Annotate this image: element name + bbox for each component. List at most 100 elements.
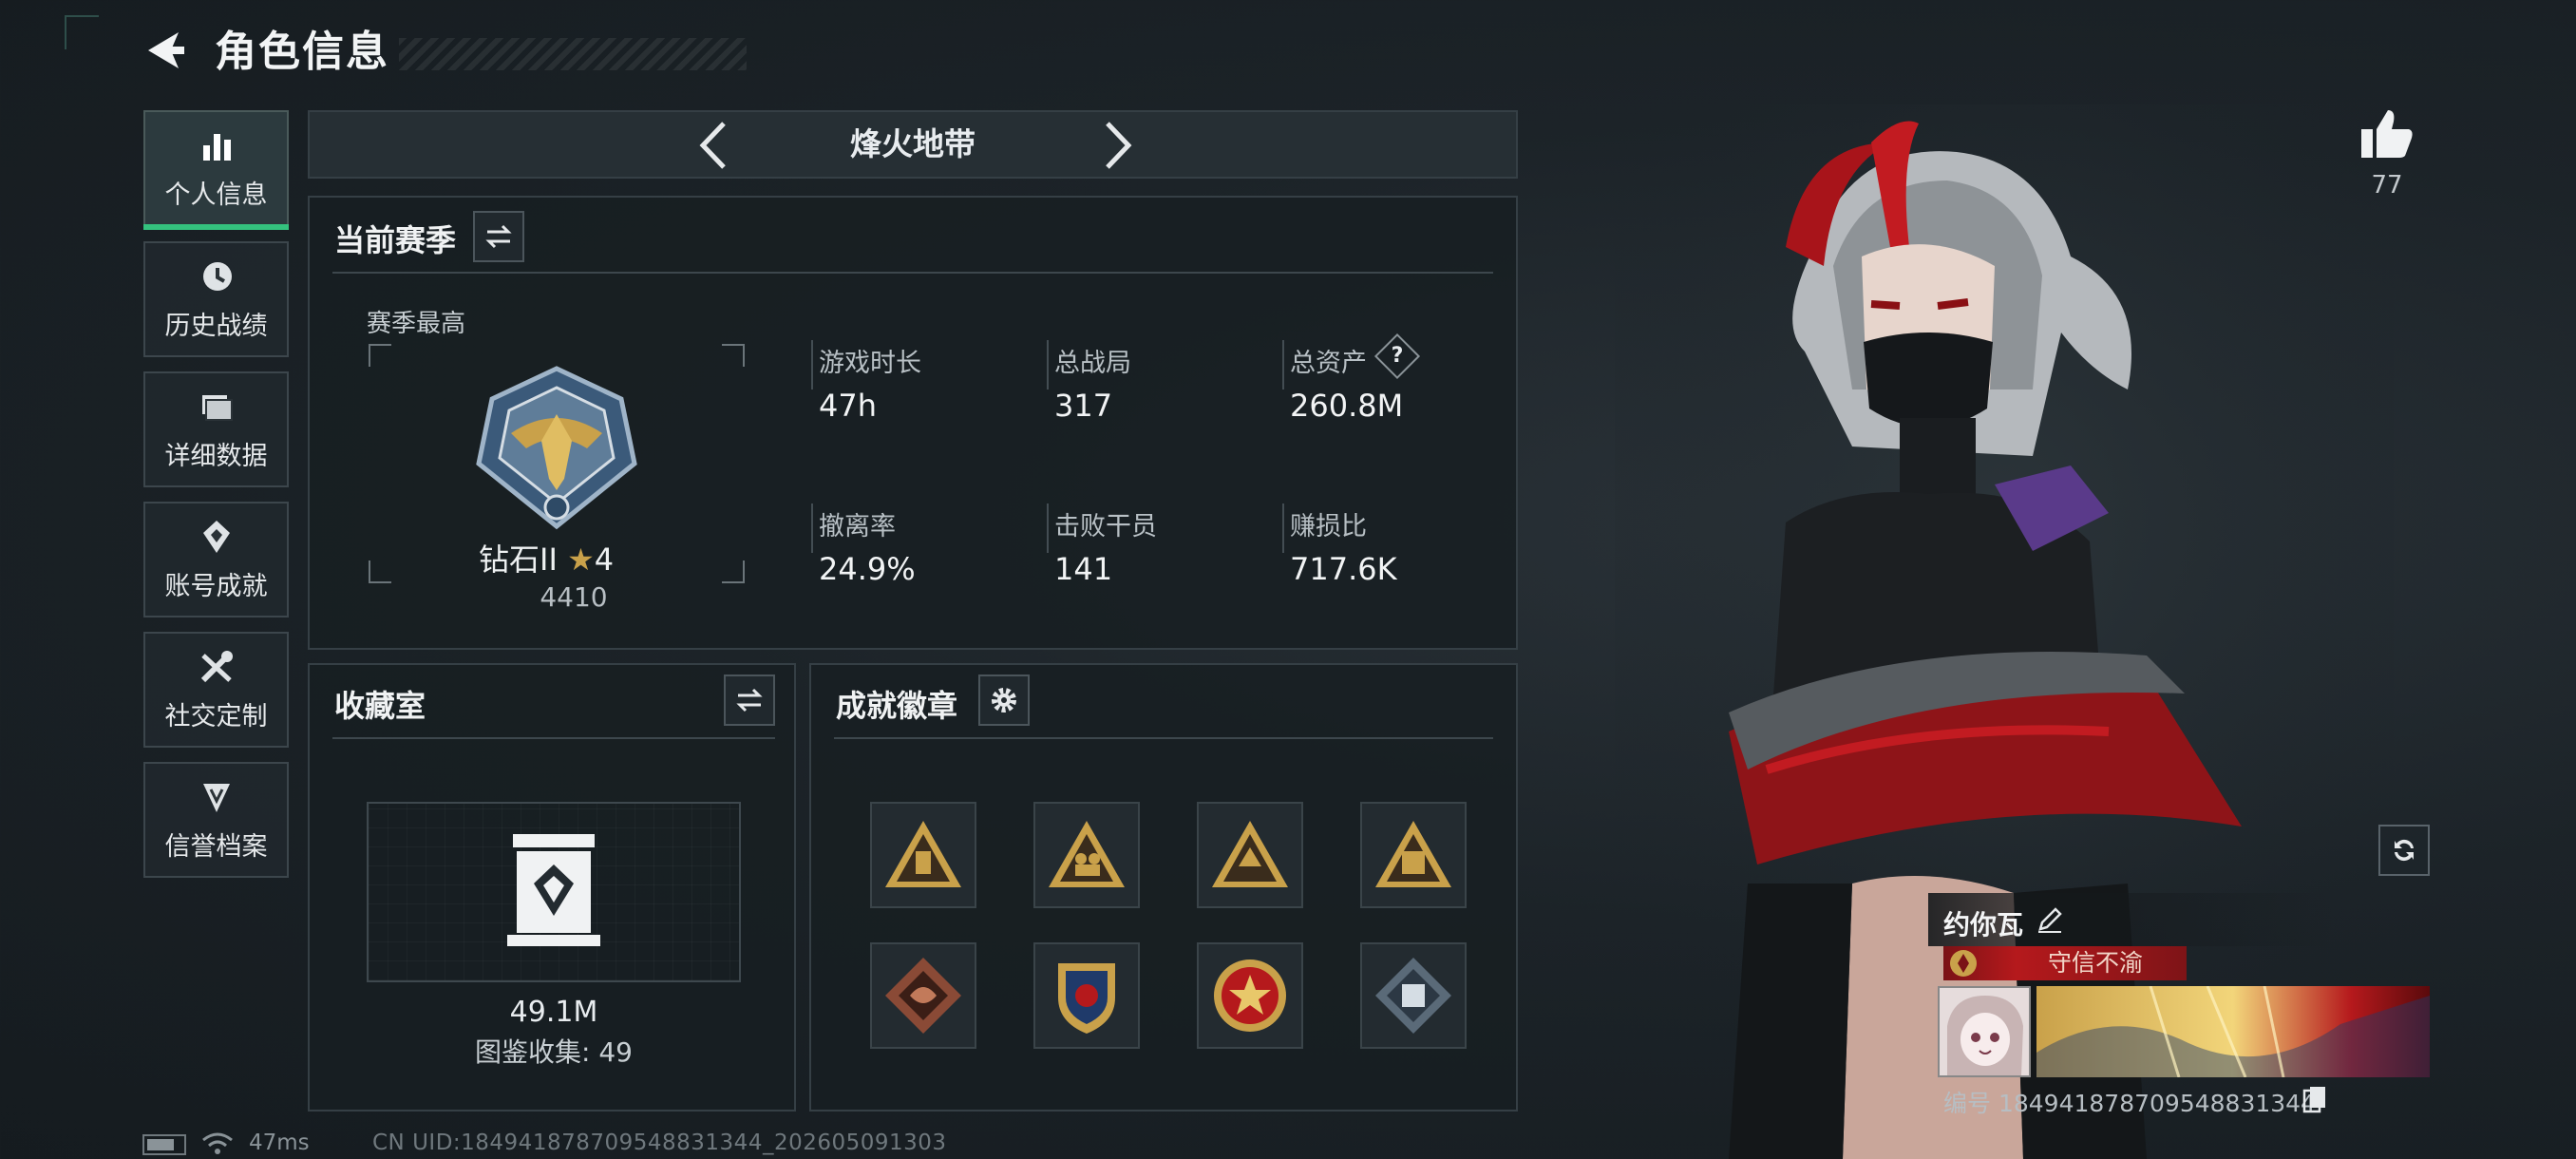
help-icon: ? bbox=[1391, 344, 1404, 368]
wifi-icon bbox=[201, 1130, 234, 1159]
profile-banner[interactable] bbox=[2036, 985, 2430, 1078]
refresh-button[interactable] bbox=[2378, 825, 2430, 876]
stat-label-total-matches: 总战局 bbox=[1054, 349, 1131, 378]
sidebar-item-credit-record[interactable]: 信誉档案 bbox=[143, 762, 289, 878]
sidebar-item-label: 个人信息 bbox=[164, 180, 268, 210]
swap-icon bbox=[485, 224, 512, 249]
rank-name: 钻石II bbox=[479, 542, 558, 578]
thumbs-up-icon bbox=[2361, 110, 2413, 158]
edit-name-icon[interactable] bbox=[2035, 904, 2065, 935]
rank-stars: 4 bbox=[594, 542, 615, 578]
sidebar-item-label: 社交定制 bbox=[164, 701, 268, 732]
header: 角色信息 bbox=[65, 15, 747, 87]
triangle-badge-icon bbox=[1212, 821, 1288, 887]
title-stripes bbox=[399, 38, 747, 70]
collection-panel[interactable]: 收藏室 49.1M 图鉴收集: 49 bbox=[308, 663, 796, 1112]
triangle-badge-icon bbox=[885, 821, 961, 887]
sidebar-item-personal-info[interactable]: 个人信息 bbox=[143, 110, 289, 230]
corner-decoration bbox=[65, 15, 99, 49]
sidebar-item-history[interactable]: 历史战绩 bbox=[143, 241, 289, 357]
back-arrow-icon[interactable] bbox=[142, 28, 186, 72]
achievement-badge[interactable] bbox=[1360, 942, 1467, 1049]
folder-icon bbox=[201, 394, 233, 421]
status-bar: 47ms CN UID:1849418787095488313​44_20260… bbox=[142, 1130, 997, 1159]
ping-value: 47ms bbox=[249, 1130, 310, 1155]
season-title: 当前赛季 bbox=[334, 222, 457, 258]
sidebar-item-achievements[interactable]: 账号成就 bbox=[143, 502, 289, 618]
achievement-badge[interactable] bbox=[870, 802, 976, 908]
collection-value: 49.1M bbox=[509, 996, 598, 1029]
next-map-button[interactable] bbox=[1098, 120, 1136, 171]
rank-score: 4410 bbox=[540, 581, 608, 613]
season-switch-button[interactable] bbox=[473, 211, 524, 262]
achievement-badge[interactable] bbox=[870, 942, 976, 1049]
stat-divider bbox=[1047, 340, 1049, 390]
collection-preview bbox=[367, 802, 741, 982]
map-name: 烽火地带 bbox=[850, 125, 975, 162]
stat-value-operators-defeated: 141 bbox=[1054, 551, 1113, 587]
achievement-badge[interactable] bbox=[1360, 802, 1467, 908]
achievement-badge[interactable] bbox=[1033, 802, 1140, 908]
stat-value-playtime: 47h bbox=[819, 388, 877, 424]
gear-icon bbox=[992, 688, 1016, 712]
divider bbox=[834, 737, 1493, 739]
vault-icon bbox=[507, 834, 600, 946]
achievements-title: 成就徽章 bbox=[836, 688, 958, 724]
achievements-panel[interactable]: 成就徽章 bbox=[809, 663, 1518, 1112]
achievements-settings-button[interactable] bbox=[978, 674, 1030, 726]
collection-switch-button[interactable] bbox=[724, 674, 775, 726]
sidebar-item-label: 信誉档案 bbox=[164, 831, 268, 862]
map-selector: 烽火地带 bbox=[308, 110, 1518, 179]
triangle-badge-icon bbox=[1049, 821, 1125, 887]
credit-icon bbox=[202, 783, 230, 812]
stat-label-profit-ratio: 赚损比 bbox=[1290, 512, 1367, 542]
rank-name-row: 钻石II ★4 bbox=[479, 536, 614, 580]
achievement-badge[interactable] bbox=[1197, 802, 1303, 908]
divider bbox=[332, 737, 775, 739]
stat-divider bbox=[1282, 504, 1284, 553]
player-nickname: 约你瓦 bbox=[1943, 909, 2024, 940]
sidebar-item-label: 历史战绩 bbox=[164, 311, 268, 341]
stat-value-total-assets: 260.8M bbox=[1290, 388, 1404, 424]
bar-chart-icon bbox=[202, 133, 231, 161]
season-panel: 当前赛季 赛季最高 钻石II ★4 4410 游戏时长 47h 总战局 317 … bbox=[308, 196, 1518, 650]
uid-text: CN UID:1849418787095488313​44_2026050913… bbox=[372, 1130, 947, 1155]
dragon-badge-icon bbox=[885, 958, 961, 1034]
title-emblem-icon bbox=[1947, 948, 1979, 978]
sidebar-item-label: 账号成就 bbox=[164, 571, 268, 601]
stat-divider bbox=[811, 504, 813, 553]
shield-badge-icon bbox=[1058, 963, 1115, 1034]
battery-icon bbox=[142, 1134, 186, 1155]
refresh-icon bbox=[2395, 839, 2414, 862]
sidebar-item-label: 详细数据 bbox=[164, 441, 268, 471]
stat-value-total-matches: 317 bbox=[1054, 388, 1113, 424]
stat-label-operators-defeated: 击败干员 bbox=[1054, 512, 1157, 542]
stat-label-total-assets: 总资产 bbox=[1290, 349, 1367, 378]
triangle-badge-icon bbox=[1375, 821, 1451, 887]
like-count: 77 bbox=[2371, 171, 2403, 200]
stat-divider bbox=[811, 340, 813, 390]
season-best-label: 赛季最高 bbox=[367, 310, 466, 338]
copy-icon[interactable] bbox=[2302, 1085, 2327, 1113]
stat-label-extraction-rate: 撤离率 bbox=[819, 512, 896, 542]
achievement-badge[interactable] bbox=[1197, 942, 1303, 1049]
avatar[interactable] bbox=[1938, 986, 2031, 1077]
collection-catalog: 图鉴收集: 49 bbox=[475, 1036, 633, 1068]
like-button[interactable] bbox=[2356, 103, 2418, 165]
star-icon: ★ bbox=[567, 542, 595, 578]
sidebar-item-social-custom[interactable]: 社交定制 bbox=[143, 632, 289, 748]
stat-divider bbox=[1282, 340, 1284, 390]
diamond-badge-icon bbox=[1375, 958, 1451, 1034]
player-id: 编号 1849418787095488313​44 bbox=[1943, 1090, 2316, 1117]
collection-title: 收藏室 bbox=[334, 688, 426, 724]
sidebar-item-detailed-data[interactable]: 详细数据 bbox=[143, 371, 289, 487]
swap-icon bbox=[736, 688, 763, 712]
achievement-icon bbox=[202, 520, 230, 553]
page-title: 角色信息 bbox=[215, 28, 389, 76]
stat-value-profit-ratio: 717.6K bbox=[1290, 551, 1397, 587]
achievement-badge[interactable] bbox=[1033, 942, 1140, 1049]
tools-icon bbox=[200, 650, 233, 682]
history-icon bbox=[202, 261, 232, 291]
stat-value-extraction-rate: 24.9% bbox=[819, 551, 916, 587]
rank-emblem-icon bbox=[476, 366, 637, 530]
